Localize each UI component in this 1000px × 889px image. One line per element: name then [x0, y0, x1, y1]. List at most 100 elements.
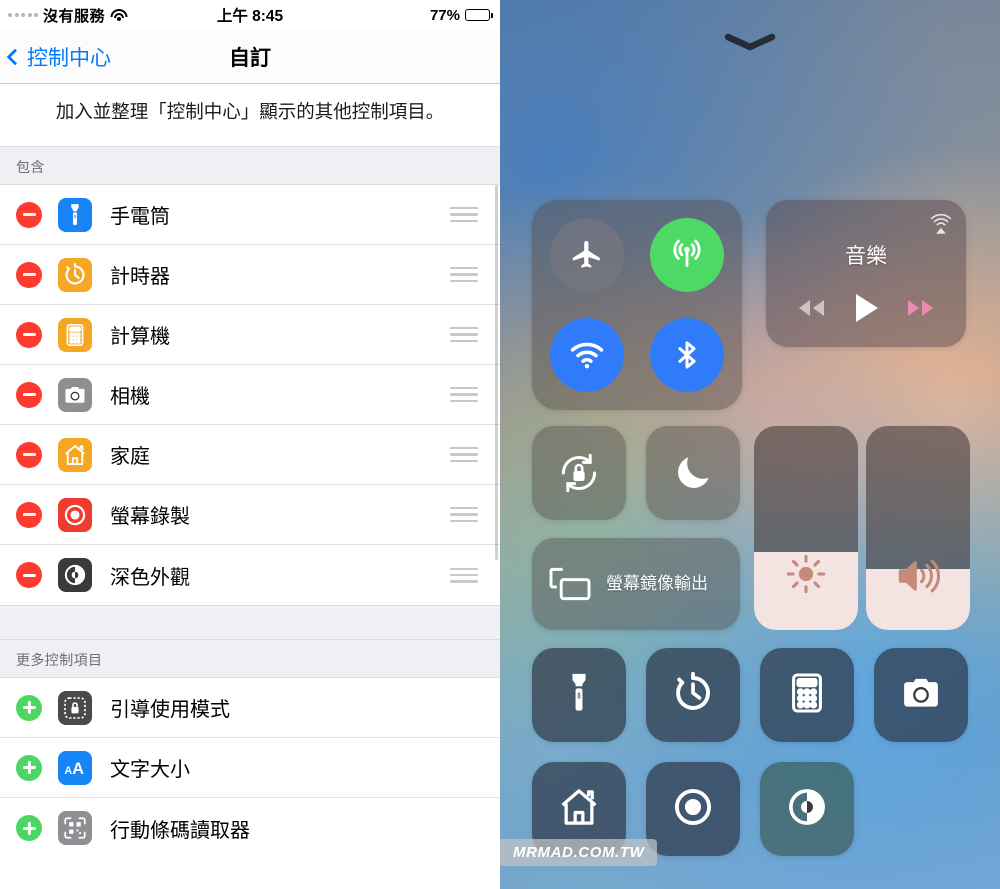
volume-icon — [898, 559, 940, 593]
reorder-handle-icon[interactable] — [450, 567, 478, 583]
play-icon[interactable] — [852, 292, 880, 329]
table-row-label: 計時器 — [110, 266, 170, 289]
wifi-toggle[interactable] — [550, 318, 624, 392]
table-row-label: 螢幕錄製 — [110, 506, 190, 529]
shortcut-screen-recording[interactable] — [646, 762, 740, 856]
chevron-left-icon — [6, 48, 24, 65]
connectivity-tile — [532, 200, 742, 410]
table-row-label: 深色外觀 — [110, 566, 190, 589]
fast-forward-icon[interactable] — [904, 297, 938, 324]
status-bar-left: 沒有服務 — [8, 5, 128, 26]
table-row[interactable]: 深色外觀 — [0, 545, 500, 606]
volume-slider[interactable] — [866, 426, 970, 630]
table-row[interactable]: 行動條碼讀取器 — [0, 798, 500, 859]
brightness-icon — [786, 554, 826, 594]
screen-record-icon — [58, 497, 92, 532]
table-row-label: 家庭 — [110, 446, 150, 469]
chevron-down-icon[interactable] — [722, 33, 778, 51]
home-icon — [58, 437, 92, 472]
table-row[interactable]: 家庭 — [0, 425, 500, 486]
table-row-label: 行動條碼讀取器 — [110, 819, 250, 842]
navigation-bar: 控制中心 自訂 — [0, 30, 500, 84]
table-row[interactable]: 手電筒 — [0, 185, 500, 246]
reorder-handle-icon[interactable] — [450, 267, 478, 283]
rotation-lock-toggle[interactable] — [532, 426, 626, 520]
screen-mirroring-tile[interactable]: 螢幕鏡像輸出 — [532, 538, 740, 630]
remove-control-button[interactable] — [16, 501, 42, 528]
shortcut-camera[interactable] — [874, 648, 968, 742]
shortcut-dark-mode[interactable] — [760, 762, 854, 856]
table-row[interactable]: 引導使用模式 — [0, 678, 500, 739]
camera-icon — [898, 670, 944, 721]
status-bar: 沒有服務 上午 8:45 77% — [0, 0, 500, 30]
add-control-button[interactable] — [16, 694, 42, 721]
scrollbar[interactable] — [495, 185, 498, 560]
brightness-slider[interactable] — [754, 426, 858, 630]
settings-pane: 沒有服務 上午 8:45 77% 控制中心 自訂 加入並整理「控制中心」顯示的其… — [0, 0, 500, 889]
dark-mode-icon — [58, 558, 92, 593]
included-list: 手電筒計時器計算機相機家庭螢幕錄製深色外觀 — [0, 185, 500, 606]
table-row-label: 引導使用模式 — [110, 699, 230, 722]
table-row[interactable]: 計算機 — [0, 305, 500, 366]
section-header-more: 更多控制項目 — [0, 639, 500, 679]
calculator-icon — [784, 670, 830, 721]
remove-control-button[interactable] — [16, 201, 42, 228]
dark-mode-icon — [784, 784, 830, 835]
table-row-label: 文字大小 — [110, 759, 190, 782]
table-row[interactable]: 相機 — [0, 365, 500, 426]
remove-control-button[interactable] — [16, 441, 42, 468]
section-header-included: 包含 — [0, 146, 500, 186]
music-transport — [766, 292, 966, 329]
remove-control-button[interactable] — [16, 381, 42, 408]
table-row-label: 相機 — [110, 386, 150, 409]
reorder-handle-icon[interactable] — [450, 507, 478, 523]
remove-control-button[interactable] — [16, 261, 42, 288]
control-center-pane: 音樂 螢幕鏡像輸出 MRMAD.COM.TW — [500, 0, 1000, 889]
music-title: 音樂 — [845, 245, 887, 268]
screen-mirroring-label: 螢幕鏡像輸出 — [606, 574, 708, 594]
do-not-disturb-toggle[interactable] — [646, 426, 740, 520]
text-size-icon: AA — [58, 750, 92, 785]
add-control-button[interactable] — [16, 815, 42, 842]
table-row[interactable]: 計時器 — [0, 245, 500, 306]
battery-icon — [465, 9, 493, 21]
remove-control-button[interactable] — [16, 562, 42, 589]
carrier-label: 沒有服務 — [43, 7, 106, 25]
screen-record-icon — [670, 784, 716, 835]
rotation-lock-icon — [561, 453, 597, 493]
signal-dots-icon — [8, 13, 38, 17]
table-row[interactable]: 螢幕錄製 — [0, 485, 500, 546]
shortcut-flashlight[interactable] — [532, 648, 626, 742]
shortcut-calculator[interactable] — [760, 648, 854, 742]
rewind-icon[interactable] — [794, 297, 828, 324]
home-icon — [556, 784, 602, 835]
cellular-icon — [673, 239, 701, 267]
battery-percent-label: 77% — [429, 6, 460, 24]
cellular-data-toggle[interactable] — [650, 218, 724, 292]
reorder-handle-icon[interactable] — [450, 387, 478, 403]
reorder-handle-icon[interactable] — [450, 447, 478, 463]
wifi-icon — [110, 8, 128, 22]
table-row-label: 手電筒 — [110, 206, 170, 229]
airplane-icon — [572, 240, 600, 268]
section-gap — [0, 605, 500, 640]
table-row-label: 計算機 — [110, 326, 170, 349]
shortcut-timer[interactable] — [646, 648, 740, 742]
airplay-icon[interactable] — [928, 211, 954, 237]
music-tile: 音樂 — [766, 200, 966, 347]
watermark: MRMAD.COM.TW — [500, 839, 658, 866]
reorder-handle-icon[interactable] — [450, 207, 478, 223]
add-control-button[interactable] — [16, 754, 42, 781]
qr-scanner-icon — [58, 811, 92, 846]
back-button[interactable]: 控制中心 — [0, 42, 111, 72]
reorder-handle-icon[interactable] — [450, 327, 478, 343]
more-controls-list: 引導使用模式 A A 文字大小行動條碼讀取器 — [0, 678, 500, 859]
bluetooth-icon — [678, 341, 696, 369]
remove-control-button[interactable] — [16, 321, 42, 348]
page-description: 加入並整理「控制中心」顯示的其他控制項目。 — [0, 84, 500, 147]
bluetooth-toggle[interactable] — [650, 318, 724, 392]
calculator-icon — [58, 317, 92, 352]
flashlight-icon — [556, 670, 602, 721]
airplane-mode-toggle[interactable] — [550, 218, 624, 292]
table-row[interactable]: A A 文字大小 — [0, 738, 500, 799]
